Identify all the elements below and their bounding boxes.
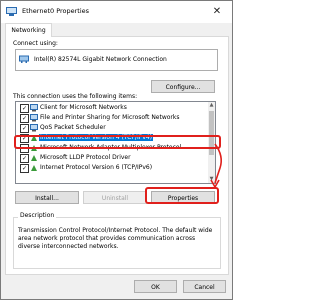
- properties-dialog: Ethernet0 Properties ✕ Networking Connec…: [0, 0, 233, 300]
- connect-using-label: Connect using:: [13, 40, 58, 47]
- window-title: Ethernet0 Properties: [22, 7, 90, 15]
- protocol-icon: [31, 165, 37, 171]
- highlight-properties-box: [145, 187, 219, 204]
- network-service-icon: [30, 114, 38, 122]
- items-label: This connection uses the following items…: [13, 93, 138, 100]
- network-adapter-icon: [6, 7, 17, 16]
- description-title: Description: [18, 212, 57, 219]
- network-service-icon: [30, 124, 38, 132]
- tab-networking[interactable]: Networking: [5, 23, 52, 37]
- description-text: Transmission Control Protocol/Internet P…: [18, 227, 213, 250]
- highlight-ipv4-box: [14, 135, 221, 149]
- item-label: Microsoft LLDP Protocol Driver: [40, 154, 131, 161]
- list-item[interactable]: ✓ Client for Microsoft Networks: [16, 103, 208, 113]
- network-card-icon: [19, 55, 29, 63]
- networking-panel: Connect using: Intel(R) 82574L Gigabit N…: [5, 36, 229, 275]
- item-checkbox[interactable]: ✓: [20, 154, 29, 163]
- item-label: QoS Packet Scheduler: [40, 124, 106, 131]
- title-bar: Ethernet0 Properties ✕: [1, 1, 232, 23]
- cancel-button[interactable]: Cancel: [183, 280, 226, 293]
- item-label: Client for Microsoft Networks: [40, 104, 127, 111]
- list-item[interactable]: ✓ File and Printer Sharing for Microsoft…: [16, 113, 208, 123]
- item-checkbox[interactable]: ✓: [20, 104, 29, 113]
- item-label: File and Printer Sharing for Microsoft N…: [40, 114, 180, 121]
- uninstall-button[interactable]: Uninstall: [83, 191, 147, 204]
- item-checkbox[interactable]: ✓: [20, 124, 29, 133]
- install-button[interactable]: Install...: [15, 191, 79, 204]
- item-label: Internet Protocol Version 6 (TCP/IPv6): [40, 164, 153, 171]
- scroll-up-icon[interactable]: ▲: [208, 102, 215, 109]
- adapter-field: Intel(R) 82574L Gigabit Network Connecti…: [15, 49, 218, 71]
- adapter-name: Intel(R) 82574L Gigabit Network Connecti…: [34, 56, 167, 63]
- list-item[interactable]: ✓ Internet Protocol Version 6 (TCP/IPv6): [16, 163, 208, 173]
- list-item[interactable]: ✓ QoS Packet Scheduler: [16, 123, 208, 133]
- scroll-down-icon[interactable]: ▼: [208, 176, 215, 183]
- ok-button[interactable]: OK: [134, 280, 177, 293]
- item-checkbox[interactable]: ✓: [20, 114, 29, 123]
- item-checkbox[interactable]: ✓: [20, 164, 29, 173]
- close-icon[interactable]: ✕: [208, 4, 226, 20]
- list-item[interactable]: ✓ Microsoft LLDP Protocol Driver: [16, 153, 208, 163]
- network-client-icon: [30, 104, 38, 112]
- configure-button[interactable]: Configure...: [151, 80, 215, 93]
- protocol-icon: [31, 155, 37, 161]
